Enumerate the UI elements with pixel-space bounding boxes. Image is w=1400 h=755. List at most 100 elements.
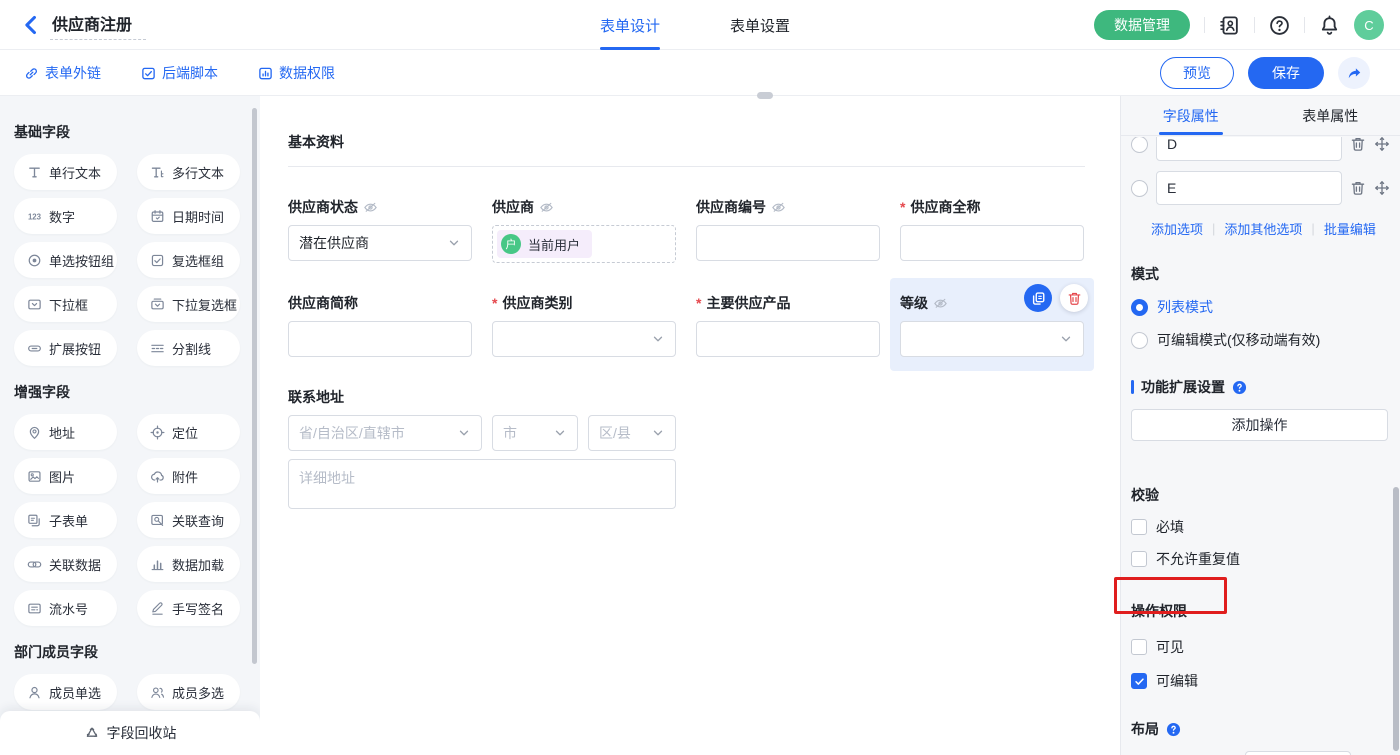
tab-field-properties[interactable]: 字段属性	[1121, 96, 1261, 135]
backend-script-link[interactable]: 后端脚本	[141, 63, 218, 83]
field-item-member-multi[interactable]: 成员多选	[137, 674, 240, 710]
notification-bell-icon[interactable]	[1319, 15, 1340, 36]
divider: |	[1212, 221, 1215, 236]
section-title-basic-fields: 基础字段	[14, 122, 246, 142]
add-other-option-link[interactable]: 添加其他选项	[1224, 219, 1302, 238]
checkbox-checked[interactable]	[1131, 673, 1147, 689]
option-input-e[interactable]	[1156, 171, 1342, 205]
field-item-attachment[interactable]: 附件	[137, 458, 240, 494]
field-supplier-status[interactable]: 供应商状态 潜在供应商	[288, 197, 472, 263]
trash-icon[interactable]	[1350, 180, 1366, 196]
field-contact-address[interactable]: 联系地址 省/自治区/直辖市 市 区/县	[288, 387, 1086, 512]
field-width-select[interactable]: 1/4	[1245, 751, 1351, 755]
option-input-d[interactable]	[1156, 137, 1342, 161]
supplier-code-input[interactable]	[696, 225, 880, 261]
field-grade-selected[interactable]: 等级	[900, 293, 1084, 357]
field-item-multi-line-text[interactable]: 多行文本	[137, 154, 240, 190]
field-item-address[interactable]: 地址	[14, 414, 117, 450]
preview-button[interactable]: 预览	[1160, 57, 1234, 89]
mode-editable-option[interactable]: 可编辑模式(仅移动端有效)	[1131, 330, 1390, 350]
supplier-fullname-input[interactable]	[900, 225, 1084, 261]
add-option-link[interactable]: 添加选项	[1151, 219, 1203, 238]
detail-address-textarea[interactable]	[288, 459, 676, 509]
field-item-data-load[interactable]: 数据加载	[137, 546, 240, 582]
panel-scrollbar[interactable]	[1393, 487, 1399, 751]
field-item-radio-group[interactable]: 单选按钮组	[14, 242, 117, 278]
supplier-shortname-input[interactable]	[288, 321, 472, 357]
radio-unselected[interactable]	[1131, 332, 1148, 349]
field-supplier-fullname[interactable]: *供应商全称	[900, 197, 1084, 263]
form-title[interactable]: 供应商注册	[50, 9, 146, 40]
tab-form-settings[interactable]: 表单设置	[730, 0, 790, 50]
question-help-icon[interactable]	[1166, 722, 1181, 737]
field-item-dropdown[interactable]: 下拉框	[14, 286, 117, 322]
supplier-member-picker[interactable]: 户 当前用户	[492, 225, 676, 263]
city-select[interactable]: 市	[492, 415, 578, 451]
supplier-status-select[interactable]: 潜在供应商	[288, 225, 472, 261]
no-duplicate-checkbox-row[interactable]: 不允许重复值	[1131, 549, 1390, 569]
field-recycle-bin[interactable]: 字段回收站	[0, 711, 260, 755]
share-button[interactable]	[1338, 57, 1370, 89]
required-checkbox-row[interactable]: 必填	[1131, 517, 1390, 537]
move-handle-icon[interactable]	[1374, 137, 1390, 152]
field-item-subform[interactable]: 子表单	[14, 502, 117, 538]
canvas-collapse-handle[interactable]	[757, 92, 773, 99]
radio-selected[interactable]	[1131, 299, 1148, 316]
field-item-locate[interactable]: 定位	[137, 414, 240, 450]
option-radio[interactable]	[1131, 137, 1148, 153]
back-icon[interactable]	[20, 14, 42, 36]
sidebar-scrollbar[interactable]	[252, 108, 257, 664]
field-item-divider[interactable]: 分割线	[137, 330, 240, 366]
field-supplier-shortname[interactable]: 供应商简称	[288, 293, 472, 357]
main-products-input[interactable]	[696, 321, 880, 357]
field-main-products[interactable]: *主要供应产品	[696, 293, 880, 357]
checkbox-unchecked[interactable]	[1131, 551, 1147, 567]
field-item-datetime[interactable]: 日期时间	[137, 198, 240, 234]
trash-icon[interactable]	[1350, 137, 1366, 152]
current-user-tag[interactable]: 户 当前用户	[497, 230, 592, 258]
field-item-signature[interactable]: 手写签名	[137, 590, 240, 626]
data-permission-link[interactable]: 数据权限	[258, 63, 335, 83]
user-avatar[interactable]: C	[1354, 10, 1384, 40]
mode-list-option[interactable]: 列表模式	[1131, 297, 1390, 317]
canvas-section-title[interactable]: 基本资料	[288, 132, 1086, 166]
field-item-checkbox-group[interactable]: 复选框组	[137, 242, 240, 278]
data-manage-button[interactable]: 数据管理	[1094, 10, 1190, 40]
batch-edit-link[interactable]: 批量编辑	[1324, 219, 1376, 238]
editable-checkbox-row[interactable]: 可编辑	[1131, 671, 1390, 691]
field-item-image[interactable]: 图片	[14, 458, 117, 494]
option-radio[interactable]	[1131, 180, 1148, 197]
field-supplier-code[interactable]: 供应商编号	[696, 197, 880, 263]
province-select[interactable]: 省/自治区/直辖市	[288, 415, 482, 451]
save-button[interactable]: 保存	[1248, 57, 1324, 89]
delete-field-button[interactable]	[1060, 284, 1088, 312]
form-external-link[interactable]: 表单外链	[24, 63, 101, 83]
field-supplier[interactable]: 供应商 户 当前用户	[492, 197, 676, 263]
tab-form-properties[interactable]: 表单属性	[1261, 96, 1400, 135]
field-item-dropdown-multi[interactable]: 下拉复选框	[137, 286, 240, 322]
field-supplier-category[interactable]: *供应商类别	[492, 293, 676, 357]
checkbox-unchecked[interactable]	[1131, 519, 1147, 535]
field-item-extend-button[interactable]: 扩展按钮	[14, 330, 117, 366]
copy-field-button[interactable]	[1024, 284, 1052, 312]
single-line-text-icon	[27, 165, 42, 180]
supplier-category-select[interactable]	[492, 321, 676, 357]
field-item-single-line-text[interactable]: 单行文本	[14, 154, 117, 190]
move-handle-icon[interactable]	[1374, 180, 1390, 196]
add-action-button[interactable]: 添加操作	[1131, 409, 1388, 441]
selected-field-highlight[interactable]: 等级	[890, 278, 1094, 371]
field-item-number[interactable]: 数字	[14, 198, 117, 234]
tab-form-design[interactable]: 表单设计	[600, 0, 660, 50]
checkbox-unchecked[interactable]	[1131, 639, 1147, 655]
help-icon[interactable]	[1269, 15, 1290, 36]
field-item-linked-data[interactable]: 关联数据	[14, 546, 117, 582]
grade-select[interactable]	[900, 321, 1084, 357]
field-item-member-single[interactable]: 成员单选	[14, 674, 117, 710]
visible-checkbox-row[interactable]: 可见	[1131, 637, 1390, 657]
image-icon	[27, 469, 42, 484]
district-select[interactable]: 区/县	[588, 415, 676, 451]
field-item-serial-number[interactable]: 流水号	[14, 590, 117, 626]
field-item-lookup[interactable]: 关联查询	[137, 502, 240, 538]
question-help-icon[interactable]	[1232, 380, 1247, 395]
contact-book-icon[interactable]	[1219, 15, 1240, 36]
